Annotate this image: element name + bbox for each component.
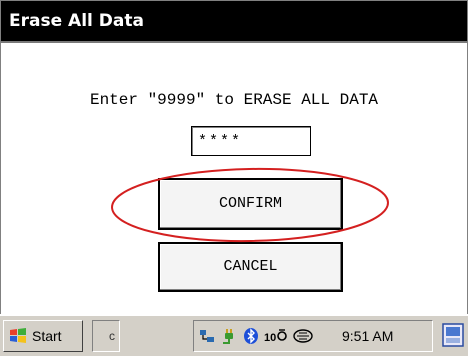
start-button[interactable]: Start <box>3 320 83 352</box>
confirm-button[interactable]: CONFIRM <box>158 178 343 230</box>
erase-data-window: Erase All Data Enter "9999" to ERASE ALL… <box>0 0 468 356</box>
plug-icon[interactable] <box>220 327 238 345</box>
show-desktop-icon[interactable] <box>441 321 465 349</box>
windows-flag-icon <box>10 328 26 343</box>
system-tray: 10 9:51 AM <box>193 320 433 352</box>
title-divider <box>1 41 467 43</box>
taskbar: Start c 10 9:51 AM <box>0 314 468 356</box>
erase-prompt: Enter "9999" to ERASE ALL DATA <box>89 91 379 109</box>
wireless-icon[interactable]: 10 <box>264 327 288 345</box>
bluetooth-icon[interactable] <box>242 327 260 345</box>
taskbar-app-slot[interactable]: c <box>92 320 120 352</box>
start-label: Start <box>32 328 62 344</box>
erase-code-input[interactable] <box>191 126 311 156</box>
clock[interactable]: 9:51 AM <box>342 328 393 344</box>
svg-text:10: 10 <box>264 332 276 344</box>
network-icon[interactable] <box>198 327 216 345</box>
window-title: Erase All Data <box>1 1 467 41</box>
cancel-button[interactable]: CANCEL <box>158 242 343 292</box>
connection-icon[interactable] <box>292 327 314 345</box>
task-slot-text: c <box>109 329 115 343</box>
